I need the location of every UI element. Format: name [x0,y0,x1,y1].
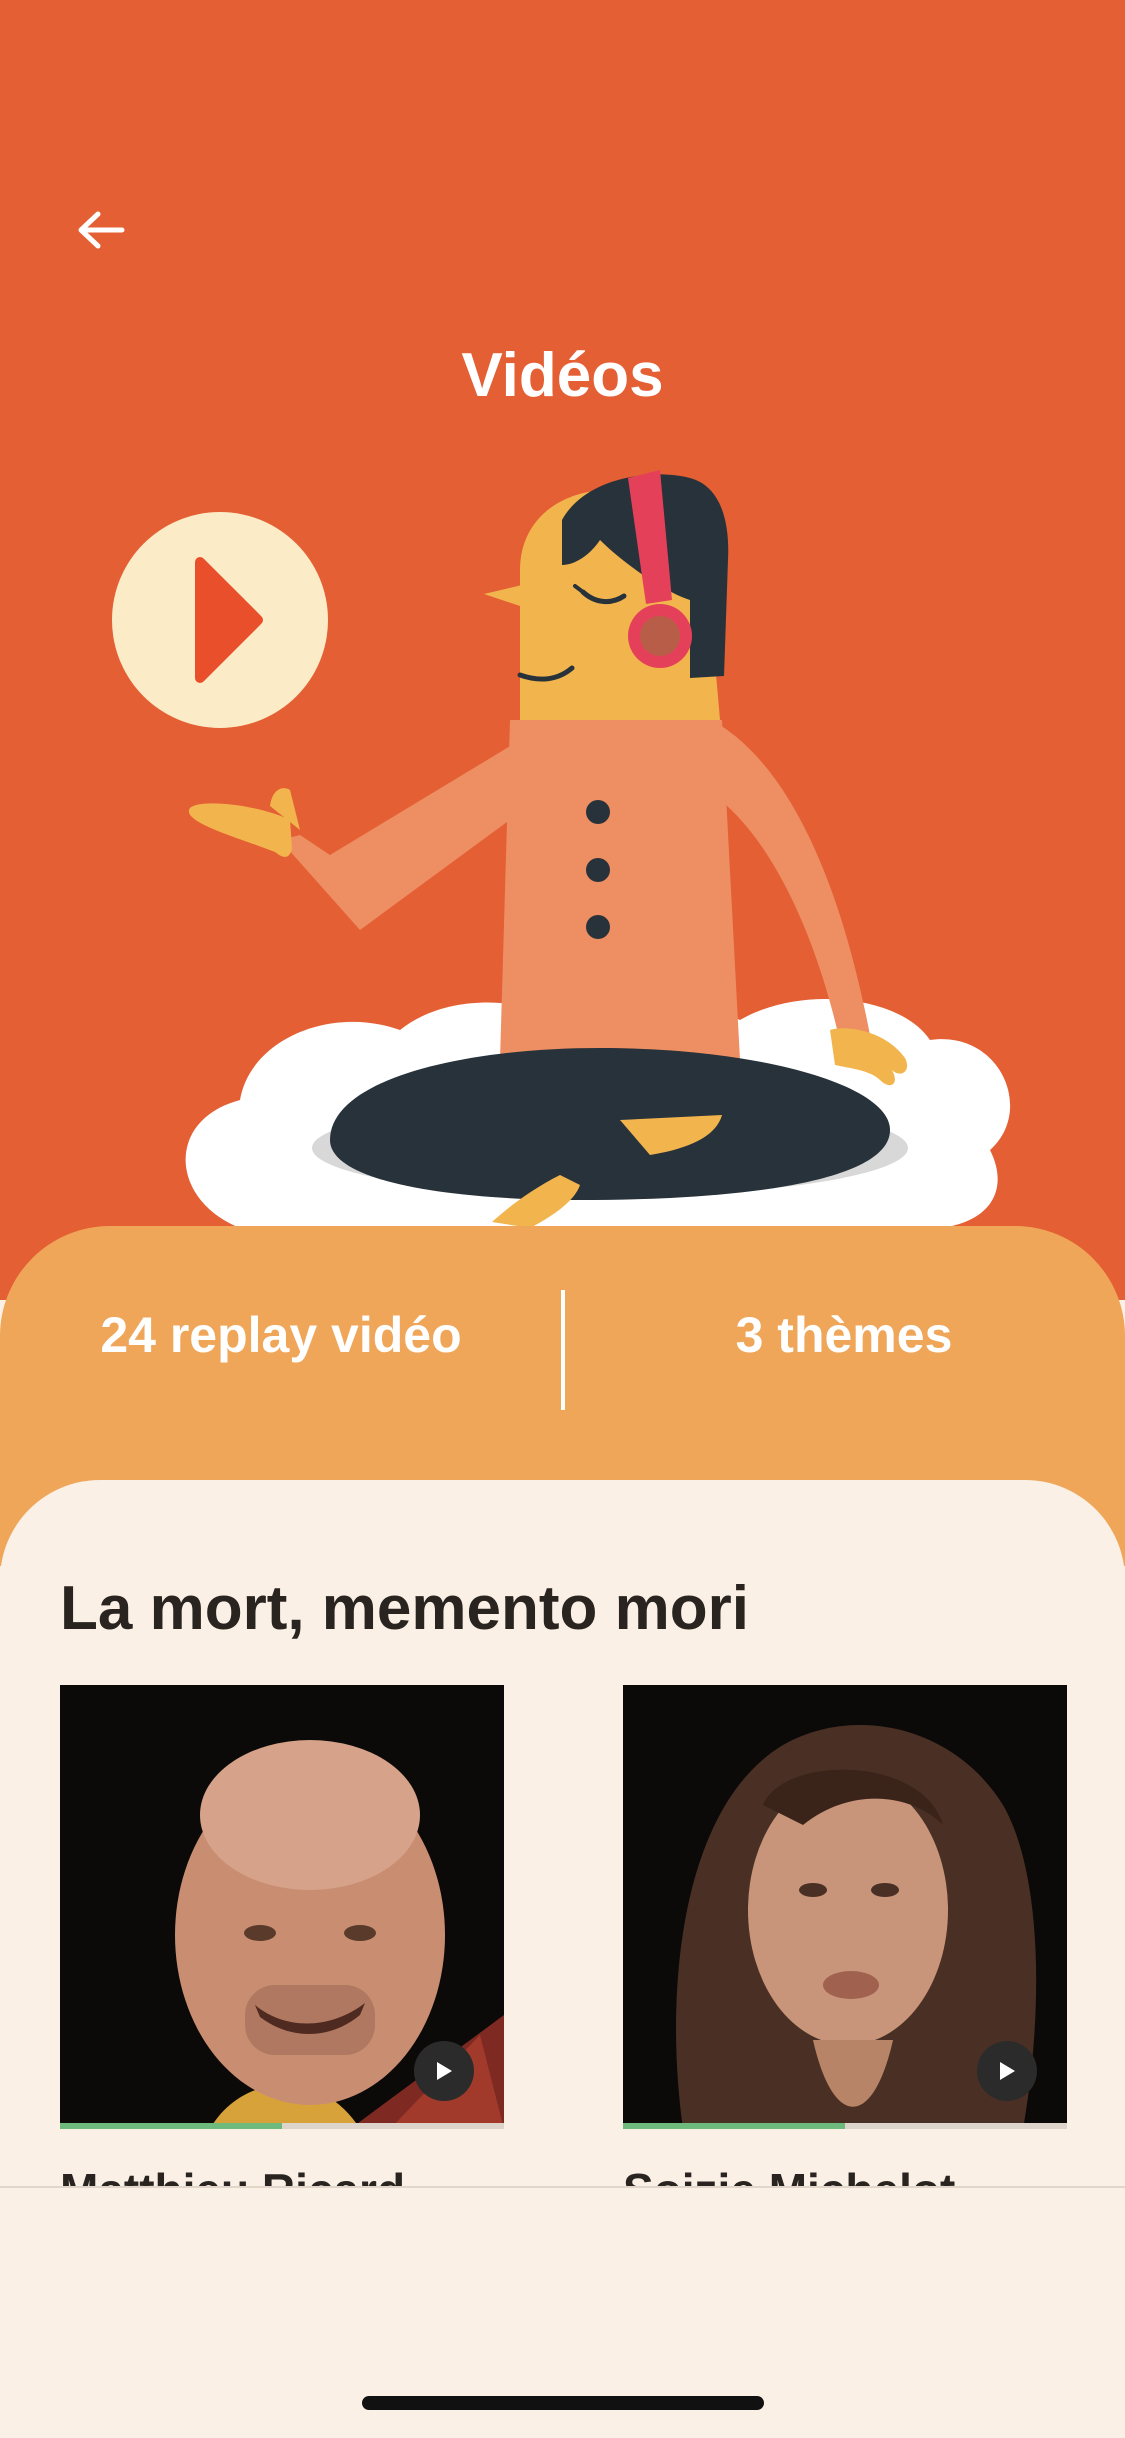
back-button[interactable] [62,200,140,260]
play-icon [437,2062,452,2080]
video-card[interactable]: Sojzie Michelot [623,1685,1067,2216]
progress-fill [623,2123,845,2129]
themes-count-stat[interactable]: 3 thèmes [563,1306,1125,1364]
progress-track [623,2123,1067,2129]
video-card[interactable]: Matthieu Ricard [60,1685,504,2216]
play-circle-icon [112,512,328,728]
video-thumbnail[interactable] [623,1685,1067,2129]
play-badge[interactable] [414,2041,474,2101]
home-indicator[interactable] [362,2396,764,2410]
progress-track [60,2123,504,2129]
video-thumbnail[interactable] [60,1685,504,2129]
section-title: La mort, memento mori [60,1574,749,1643]
replay-count-stat[interactable]: 24 replay vidéo [0,1306,562,1364]
meditation-illustration [112,470,1011,1228]
play-icon [1000,2062,1015,2080]
play-badge[interactable] [977,2041,1037,2101]
page-title: Vidéos [461,341,664,410]
progress-fill [60,2123,282,2129]
arrow-left-icon [78,211,125,249]
